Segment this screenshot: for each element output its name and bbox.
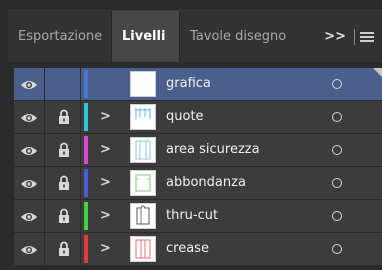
lock-icon[interactable] — [58, 208, 70, 224]
lock-icon[interactable] — [58, 142, 70, 158]
lock-icon[interactable] — [58, 109, 70, 125]
layer-name[interactable]: thru-cut — [166, 200, 218, 232]
target-circle-icon[interactable] — [332, 244, 342, 254]
layer-color-swatch — [84, 169, 88, 197]
column-divider — [44, 167, 45, 199]
layer-thumbnail — [130, 71, 156, 97]
column-divider — [80, 68, 81, 100]
panel-menu-icon[interactable] — [360, 29, 374, 45]
visibility-eye-icon[interactable] — [20, 176, 38, 190]
lock-icon[interactable] — [58, 241, 70, 257]
chevron-right-icon[interactable]: > — [100, 208, 111, 224]
selection-indicator — [373, 68, 382, 77]
column-divider — [44, 134, 45, 166]
column-divider — [44, 233, 45, 265]
column-divider — [80, 134, 81, 166]
visibility-eye-icon[interactable] — [20, 110, 38, 124]
layer-color-swatch — [84, 202, 88, 230]
column-divider — [80, 101, 81, 133]
lock-icon[interactable] — [58, 175, 70, 191]
column-divider — [80, 167, 81, 199]
visibility-eye-icon[interactable] — [20, 242, 38, 256]
layer-name[interactable]: crease — [166, 233, 209, 265]
layers-panel: Esportazione Livelli Tavole disegno >> g… — [0, 0, 382, 270]
column-divider — [44, 200, 45, 232]
layer-thumbnail — [130, 170, 156, 196]
visibility-eye-icon[interactable] — [20, 77, 38, 91]
tab-overflow-button[interactable]: >> — [324, 11, 346, 62]
column-divider — [80, 200, 81, 232]
target-circle-icon[interactable] — [332, 211, 342, 221]
layer-name[interactable]: quote — [166, 101, 204, 133]
chevron-right-icon[interactable]: > — [100, 142, 111, 158]
chevron-right-icon[interactable]: > — [100, 241, 111, 257]
chevron-right-icon[interactable]: > — [100, 109, 111, 125]
target-circle-icon[interactable] — [332, 145, 342, 155]
layer-row-abbondanza[interactable]: > abbondanza — [14, 167, 382, 199]
visibility-eye-icon[interactable] — [20, 209, 38, 223]
target-circle-icon[interactable] — [332, 178, 342, 188]
layer-color-swatch — [84, 235, 88, 263]
layer-color-swatch — [84, 136, 88, 164]
layer-name[interactable]: grafica — [166, 68, 211, 100]
target-circle-icon[interactable] — [332, 112, 342, 122]
tab-livelli[interactable]: Livelli — [112, 11, 179, 62]
layer-thumbnail — [130, 203, 156, 229]
column-divider — [80, 233, 81, 265]
panel-tab-bar: Esportazione Livelli Tavole disegno >> — [8, 10, 382, 62]
layer-color-swatch — [84, 70, 88, 98]
layer-row-grafica[interactable]: grafica — [14, 68, 382, 100]
tab-tavole-disegno[interactable]: Tavole disegno — [180, 11, 294, 62]
layer-thumbnail — [130, 137, 156, 163]
target-circle-icon[interactable] — [332, 79, 342, 89]
column-divider — [44, 68, 45, 100]
layer-row-thru-cut[interactable]: > thru-cut — [14, 200, 382, 232]
column-divider — [44, 101, 45, 133]
tab-esportazione[interactable]: Esportazione — [8, 11, 111, 62]
layer-name[interactable]: area sicurezza — [166, 134, 260, 166]
layer-color-swatch — [84, 103, 88, 131]
chevron-right-icon[interactable]: > — [100, 175, 111, 191]
toolbar-separator — [354, 29, 355, 45]
layer-thumbnail — [130, 104, 156, 130]
layer-row-quote[interactable]: > quote — [14, 101, 382, 133]
layer-name[interactable]: abbondanza — [166, 167, 246, 199]
visibility-eye-icon[interactable] — [20, 143, 38, 157]
layer-thumbnail — [130, 236, 156, 262]
layer-row-area-sicurezza[interactable]: > area sicurezza — [14, 134, 382, 166]
layer-row-crease[interactable]: > crease — [14, 233, 382, 265]
